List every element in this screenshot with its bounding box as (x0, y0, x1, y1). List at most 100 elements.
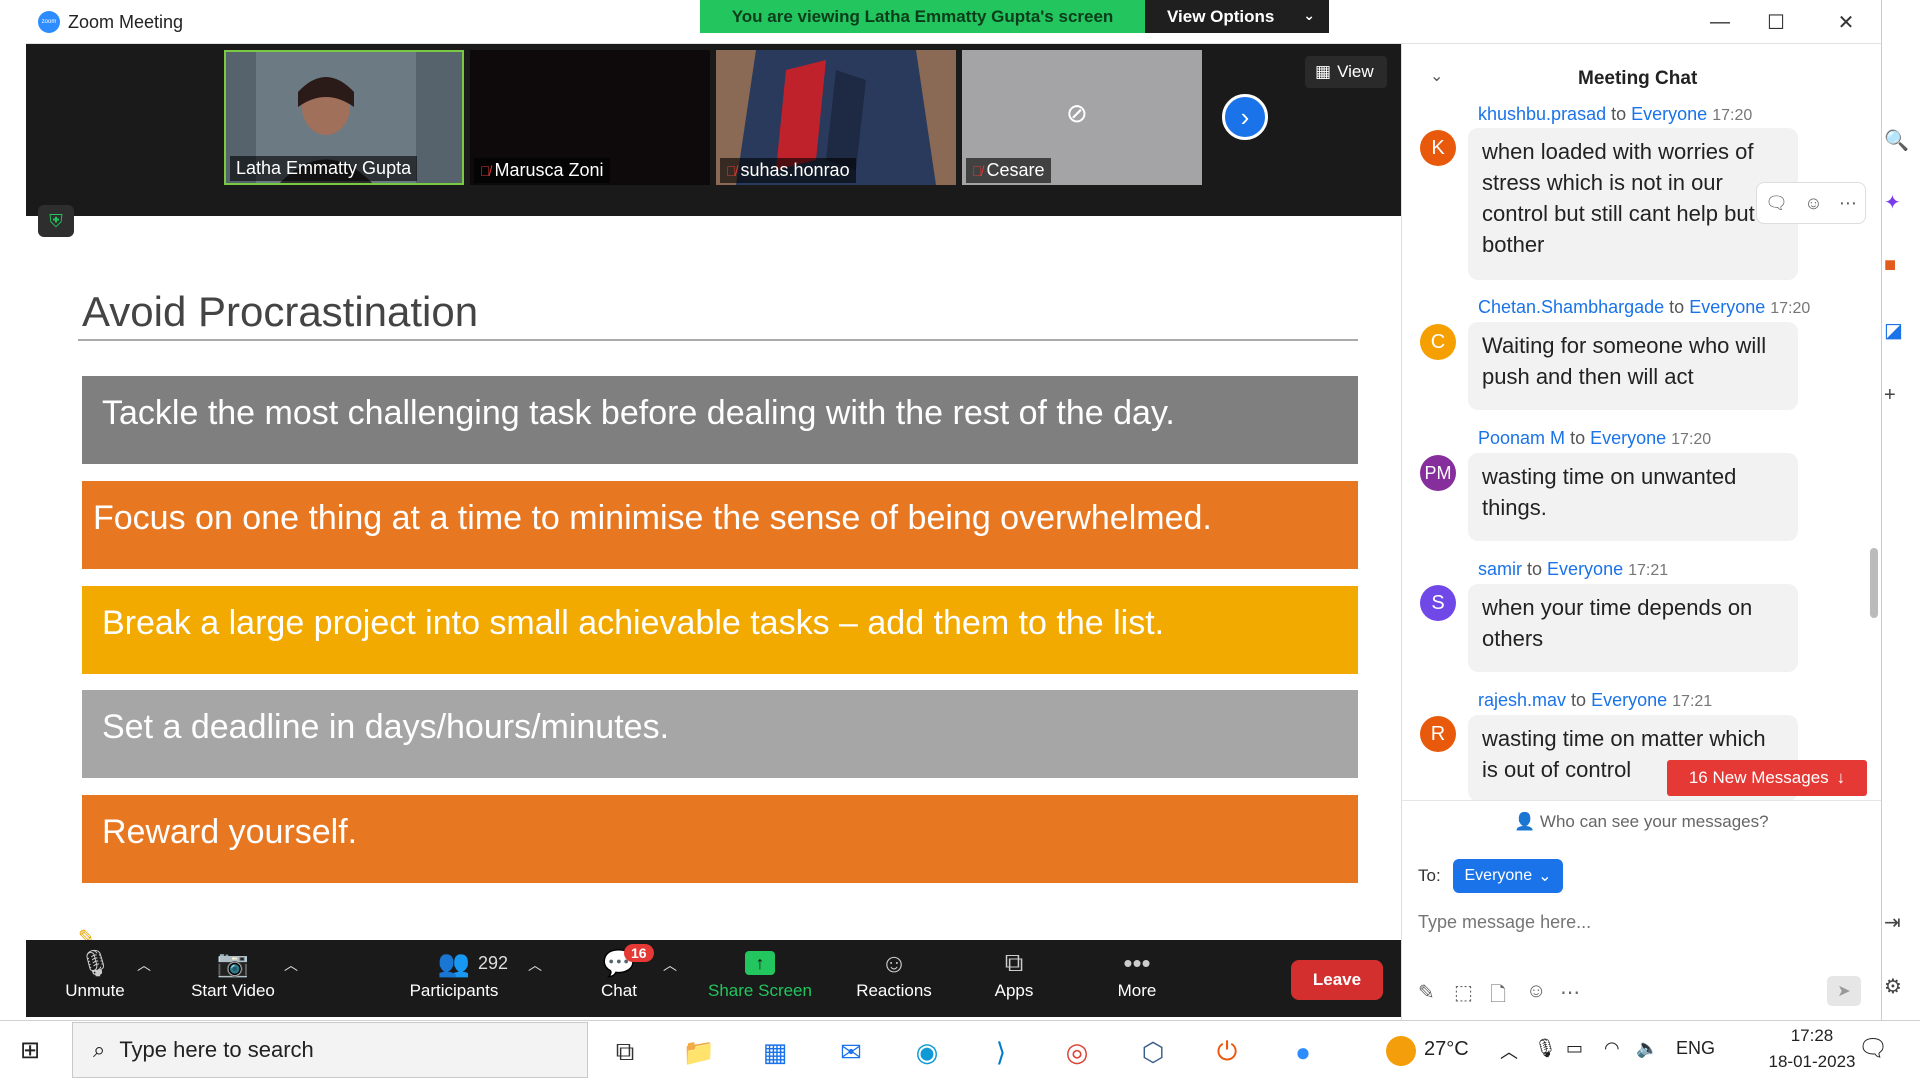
chat-scrollbar[interactable] (1870, 548, 1878, 618)
copilot-icon[interactable]: ✦ (1884, 190, 1901, 215)
security-shield-icon[interactable]: ⛨ (38, 205, 74, 237)
taskbar-search[interactable]: ⌕ Type here to search (72, 1022, 588, 1078)
apps-icon: ⧉ (1004, 947, 1024, 977)
window-title: Zoom Meeting (68, 12, 184, 32)
search-icon[interactable]: 🔍 (1884, 128, 1909, 153)
chat-unread-badge: 16 (624, 944, 654, 962)
slide-bullet-1: Tackle the most challenging task before … (82, 376, 1358, 464)
participants-options-caret-icon[interactable]: ︿ (528, 955, 542, 975)
view-label: View (1337, 62, 1374, 81)
chat-label: Chat (601, 981, 637, 1000)
chevron-up-icon[interactable]: ︿ (1500, 1038, 1518, 1064)
to-label: To: (1418, 866, 1441, 885)
share-screen-button[interactable]: ↑ Share Screen (700, 945, 820, 1015)
add-reaction-icon[interactable]: ☺ (1804, 193, 1822, 214)
more-dots-icon: ••• (1123, 947, 1151, 978)
apps-button[interactable]: ⧉ Apps (954, 945, 1074, 1015)
screen-share-banner: You are viewing Latha Emmatty Gupta's sc… (700, 0, 1145, 33)
new-messages-label: 16 New Messages (1688, 768, 1829, 787)
mic-muted-icon: 🎙̸ (972, 162, 983, 179)
chat-title: Meeting Chat (1578, 68, 1698, 89)
task-view-icon[interactable]: ⧉ (602, 1030, 648, 1074)
clock-time[interactable]: 17:28 (1762, 1026, 1862, 1046)
reply-icon[interactable]: 🗨 (1765, 193, 1788, 214)
message-header: Poonam M to Everyone 17:20 (1478, 428, 1712, 448)
more-button[interactable]: ••• More (1077, 945, 1197, 1015)
maximize-button[interactable]: ☐ (1756, 8, 1796, 36)
more-dots-icon[interactable]: ⋯ (1560, 980, 1580, 1005)
message-header: Chetan.Shambhargade to Everyone 17:20 (1478, 297, 1811, 317)
apps-label: Apps (994, 981, 1034, 1000)
zoom-taskbar-icon[interactable]: ● (1280, 1030, 1326, 1074)
clock-date[interactable]: 18-01-2023 (1762, 1052, 1862, 1072)
mic-muted-icon: 🎙̸ (480, 162, 491, 179)
new-messages-button[interactable]: 16 New Messages ↓ (1667, 760, 1867, 796)
grid-icon: ▦ (1315, 62, 1332, 81)
chat-button[interactable]: 💬 Chat (559, 945, 679, 1015)
video-off-icon: 📷 (216, 947, 250, 978)
notification-icon[interactable]: 🗨 (1858, 1034, 1888, 1063)
message-actions: 🗨 ☺ ⋯ (1756, 182, 1866, 224)
video-options-caret-icon[interactable]: ︿ (284, 955, 298, 975)
mic-muted-icon: 🎙 (78, 947, 112, 978)
reactions-button[interactable]: ☺ Reactions (834, 945, 954, 1015)
microsoft-store-icon[interactable]: ▦ (752, 1030, 798, 1074)
outlook-icon[interactable]: ◪ (1884, 318, 1903, 343)
avatar: R (1420, 716, 1456, 752)
format-icon[interactable]: ✎ (1418, 980, 1435, 1005)
chevron-down-icon: ⌄ (1303, 7, 1315, 23)
office-icon[interactable]: ■ (1884, 254, 1896, 277)
file-icon[interactable]: 🗋 (1490, 980, 1506, 1014)
participant-tile-4[interactable]: ⊘ 🎙̸ Cesare (962, 50, 1202, 185)
send-icon[interactable]: ➤ (1827, 976, 1861, 1006)
more-options-icon[interactable]: ⋯ (1839, 193, 1857, 214)
start-video-label: Start Video (191, 981, 275, 1000)
start-video-button[interactable]: 📷 Start Video (173, 945, 293, 1015)
more-label: More (1117, 981, 1157, 1000)
app-icon[interactable]: ⬡ (1130, 1030, 1176, 1074)
participant-tile-2[interactable]: 🎙̸ Marusca Zoni (470, 50, 710, 185)
view-options-button[interactable]: View Options ⌄ (1145, 0, 1329, 33)
windows-start-icon[interactable]: ⊞ (20, 1036, 40, 1065)
leave-button[interactable]: Leave (1291, 960, 1383, 1000)
participants-label: Participants (409, 981, 499, 1000)
edge-icon[interactable]: ◉ (904, 1030, 950, 1074)
message-input[interactable] (1418, 905, 1858, 939)
collapse-chevron-icon[interactable]: ⌄ (1430, 66, 1443, 86)
wifi-icon[interactable]: ◠ (1604, 1038, 1620, 1059)
message-header: samir to Everyone 17:21 (1478, 559, 1669, 579)
close-button[interactable]: ✕ (1826, 8, 1866, 36)
person-icon: 👤 (1514, 812, 1536, 831)
slide-bullet-4: Set a deadline in days/hours/minutes. (82, 690, 1358, 778)
recipient-select[interactable]: Everyone ⌄ (1453, 859, 1563, 893)
screenshot-icon[interactable]: ⬚ (1454, 980, 1473, 1005)
slide-bullet-2: Focus on one thing at a time to minimise… (82, 481, 1358, 569)
view-button[interactable]: ▦ View (1305, 56, 1387, 88)
battery-icon[interactable]: ▭ (1566, 1038, 1583, 1059)
message-bubble: when your time depends on others (1468, 584, 1798, 672)
message-bubble: when loaded with worries of stress which… (1468, 128, 1798, 280)
file-explorer-icon[interactable]: 📁 (676, 1030, 722, 1074)
chat-options-caret-icon[interactable]: ︿ (663, 955, 677, 975)
next-page-arrow-icon[interactable]: › (1222, 94, 1268, 140)
chevron-down-icon: ⌄ (1538, 868, 1552, 885)
mail-icon[interactable]: ✉ (828, 1030, 874, 1074)
participant-tile-3[interactable]: 🎙̸ suhas.honrao (716, 50, 956, 185)
app-icon[interactable]: ⏻ (1204, 1030, 1250, 1074)
gear-icon[interactable]: ⚙ (1884, 974, 1902, 999)
microphone-icon[interactable]: 🎙 (1534, 1038, 1557, 1059)
sidebar-toggle-icon[interactable]: ⇥ (1884, 910, 1901, 935)
participant-tile-1[interactable]: Latha Emmatty Gupta (224, 50, 464, 185)
who-can-see-label: Who can see your messages? (1539, 812, 1769, 831)
volume-icon[interactable]: 🔈 (1636, 1038, 1658, 1059)
add-icon[interactable]: + (1884, 384, 1896, 407)
audio-options-caret-icon[interactable]: ︿ (137, 955, 151, 975)
chrome-icon[interactable]: ◎ (1054, 1030, 1100, 1074)
zoom-app-icon: zoom (38, 11, 60, 33)
vscode-icon[interactable]: ⟩ (978, 1030, 1024, 1074)
minimize-button[interactable]: — (1700, 8, 1740, 36)
who-can-see-link[interactable]: 👤 Who can see your messages? (1514, 812, 1769, 832)
weather-icon[interactable] (1386, 1036, 1416, 1066)
language-indicator[interactable]: ENG (1676, 1038, 1715, 1059)
emoji-icon[interactable]: ☺ (1526, 980, 1546, 1003)
